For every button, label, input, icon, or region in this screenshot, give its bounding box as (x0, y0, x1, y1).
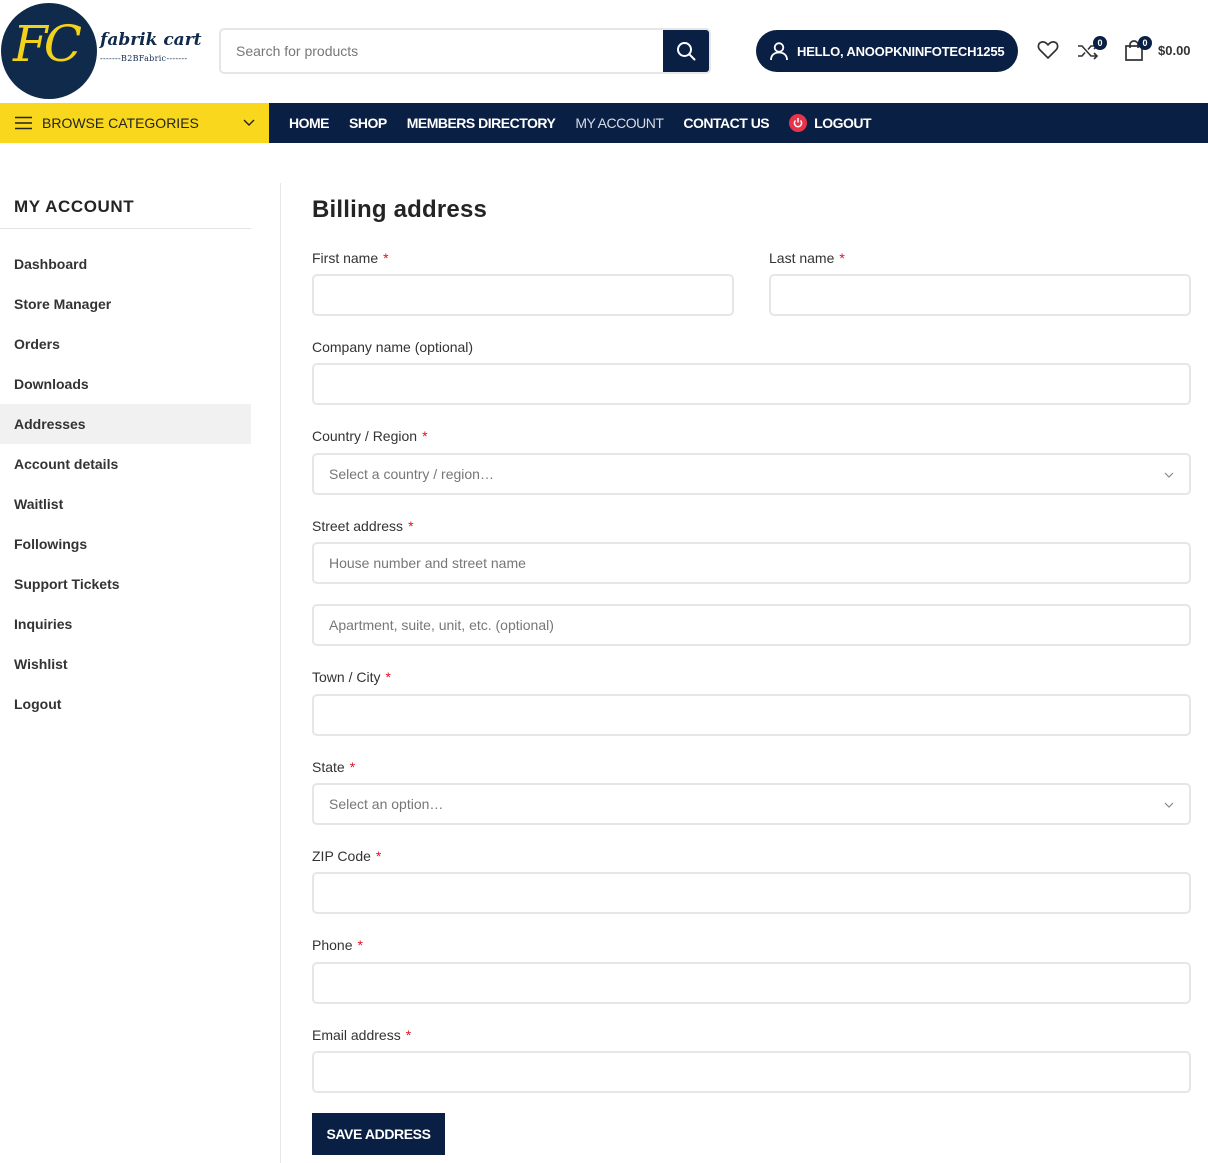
email-field[interactable] (312, 1051, 1191, 1093)
state-label: State * (312, 759, 356, 775)
sidebar-item-addresses[interactable]: Addresses (0, 404, 251, 444)
street-address-line1-field[interactable] (312, 542, 1191, 584)
zip-code-label: ZIP Code * (312, 848, 382, 864)
sidebar-item-wishlist[interactable]: Wishlist (0, 644, 251, 684)
logo-tagline: -------B2BFabric------- (100, 54, 188, 63)
chevron-down-icon (1164, 802, 1174, 808)
page-title: Billing address (312, 196, 488, 223)
required-marker: * (405, 1027, 412, 1043)
browse-categories-button[interactable]: BROWSE CATEGORIES (0, 103, 269, 143)
cart-count-badge: 0 (1138, 36, 1152, 50)
user-icon (770, 42, 788, 61)
nav-item-shop[interactable]: SHOP (349, 115, 387, 131)
sidebar-item-inquiries[interactable]: Inquiries (0, 604, 251, 644)
account-sidebar: MY ACCOUNT Dashboard Store Manager Order… (0, 183, 281, 1163)
sidebar-item-followings[interactable]: Followings (0, 524, 251, 564)
nav-item-my-account[interactable]: MY ACCOUNT (575, 115, 664, 131)
phone-field[interactable] (312, 962, 1191, 1004)
company-name-label: Company name (optional) (312, 339, 474, 355)
compare-count-badge: 0 (1093, 36, 1107, 50)
sidebar-item-orders[interactable]: Orders (0, 324, 251, 364)
country-select[interactable]: Select a country / region… (312, 453, 1191, 495)
state-select-value: Select an option… (329, 796, 444, 812)
search-button[interactable] (663, 30, 709, 72)
required-marker: * (349, 759, 356, 775)
first-name-label: First name * (312, 250, 389, 266)
required-marker: * (383, 250, 389, 266)
required-marker: * (357, 937, 363, 953)
sidebar-title: MY ACCOUNT (14, 197, 135, 216)
account-greeting: HELLO, ANOOPKNINFOTECH1255 (797, 43, 1005, 59)
sidebar-item-store-manager[interactable]: Store Manager (0, 284, 251, 324)
nav-menu: HOME SHOP MEMBERS DIRECTORY MY ACCOUNT C… (289, 103, 891, 143)
email-label: Email address * (312, 1027, 412, 1043)
state-select[interactable]: Select an option… (312, 783, 1191, 825)
logo-name: fabrik cart (100, 30, 202, 50)
street-address-line2-field[interactable] (312, 604, 1191, 646)
sidebar-item-account-details[interactable]: Account details (0, 444, 251, 484)
nav-item-logout-label: LOGOUT (814, 115, 872, 131)
search-input[interactable] (221, 30, 666, 72)
cart-total[interactable]: $0.00 (1158, 43, 1191, 58)
heart-icon (1037, 41, 1059, 59)
city-field[interactable] (312, 694, 1191, 736)
sidebar-menu: Dashboard Store Manager Orders Downloads… (0, 244, 251, 724)
required-marker: * (422, 428, 428, 444)
required-marker: * (408, 518, 414, 534)
account-button[interactable]: HELLO, ANOOPKNINFOTECH1255 (756, 30, 1018, 72)
required-marker: * (839, 250, 845, 266)
last-name-field[interactable] (769, 274, 1191, 316)
nav-item-home[interactable]: HOME (289, 115, 330, 131)
nav-item-members-directory[interactable]: MEMBERS DIRECTORY (407, 115, 556, 131)
last-name-label: Last name * (769, 250, 845, 266)
phone-label: Phone * (312, 937, 363, 953)
chevron-down-icon (243, 119, 255, 126)
sidebar-item-waitlist[interactable]: Waitlist (0, 484, 251, 524)
logo[interactable]: FC (1, 3, 97, 99)
browse-categories-label: BROWSE CATEGORIES (42, 115, 199, 131)
required-marker: * (375, 848, 382, 864)
country-label: Country / Region * (312, 428, 428, 444)
main-navigation: BROWSE CATEGORIES HOME SHOP MEMBERS DIRE… (0, 103, 1208, 143)
street-address-label: Street address * (312, 518, 414, 534)
country-select-value: Select a country / region… (329, 466, 494, 482)
site-header: FC fabrik cart -------B2BFabric------- H… (0, 0, 1208, 103)
save-address-button[interactable]: SAVE ADDRESS (312, 1113, 445, 1155)
nav-item-contact-us[interactable]: CONTACT US (683, 115, 769, 131)
required-marker: * (385, 669, 391, 685)
search-icon (677, 42, 696, 61)
zip-code-field[interactable] (312, 872, 1191, 914)
wishlist-button[interactable] (1037, 40, 1059, 65)
sidebar-item-support-tickets[interactable]: Support Tickets (0, 564, 251, 604)
chevron-down-icon (1164, 472, 1174, 478)
nav-item-logout[interactable]: LOGOUT (789, 114, 872, 132)
city-label: Town / City * (312, 669, 391, 685)
search-bar (219, 28, 711, 74)
company-name-field[interactable] (312, 363, 1191, 405)
power-icon (789, 114, 808, 132)
logo-monogram: FC (13, 15, 82, 73)
first-name-field[interactable] (312, 274, 734, 316)
sidebar-item-dashboard[interactable]: Dashboard (0, 244, 251, 284)
sidebar-item-downloads[interactable]: Downloads (0, 364, 251, 404)
sidebar-item-logout[interactable]: Logout (0, 684, 251, 724)
sidebar-divider (0, 228, 251, 229)
hamburger-icon (15, 116, 32, 130)
